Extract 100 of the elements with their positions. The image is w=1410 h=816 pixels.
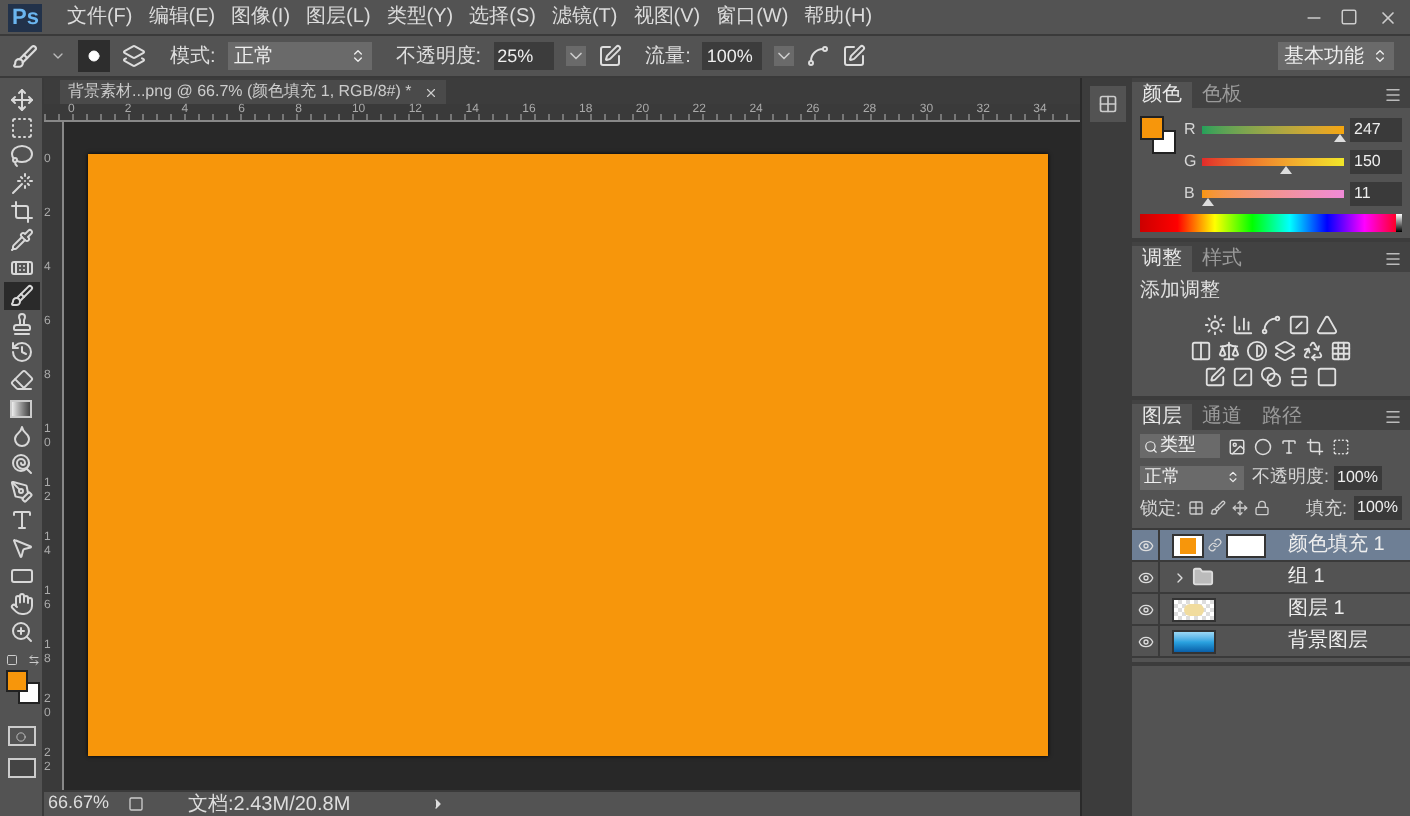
split-square-icon[interactable] — [1190, 340, 1212, 362]
menu-item[interactable]: 窗口(W) — [708, 2, 797, 32]
menu-item[interactable]: 编辑(E) — [140, 2, 224, 32]
slashed-square-icon[interactable] — [1232, 366, 1254, 388]
layer-row[interactable]: 背景图层 — [1132, 626, 1410, 658]
recycle-icon[interactable] — [1302, 340, 1324, 362]
move-lock-icon[interactable] — [1231, 500, 1248, 517]
circle-filter-icon[interactable] — [1254, 437, 1272, 455]
close-icon[interactable] — [1378, 7, 1398, 27]
layer-row[interactable]: 组 1 — [1132, 562, 1410, 594]
close-icon[interactable] — [423, 85, 438, 99]
opacity-label: 不透明度: — [1252, 464, 1330, 490]
brush-lock-icon[interactable] — [1209, 500, 1226, 517]
dashed-square-icon[interactable] — [1332, 437, 1350, 455]
workspace-dropdown[interactable]: 基本功能 — [1278, 42, 1394, 70]
bar-chart-icon[interactable] — [1232, 314, 1254, 336]
panel-toggle-icon[interactable] — [122, 44, 146, 68]
panel-tab[interactable]: 颜色 — [1132, 82, 1192, 108]
slider-thumb[interactable] — [1202, 197, 1215, 205]
airbrush-icon[interactable] — [806, 44, 831, 68]
droplet-icon — [9, 424, 33, 448]
lock-icon[interactable] — [1253, 500, 1270, 517]
document-size: 文档:2.43M/20.8M — [188, 791, 351, 816]
eye-icon[interactable] — [1137, 569, 1153, 585]
split-square-icon[interactable] — [1288, 366, 1310, 388]
mode-label: 模式: — [170, 43, 216, 71]
status-icon — [128, 796, 144, 812]
color-swatches-drawing[interactable] — [1140, 116, 1176, 154]
panel-menu-icon[interactable] — [1384, 86, 1402, 104]
brush-preset-button[interactable] — [78, 40, 110, 72]
swap-colors-icon[interactable] — [27, 654, 39, 666]
channel-value-field[interactable]: 150 — [1350, 149, 1402, 173]
panel-tab[interactable]: 图层 — [1132, 404, 1192, 430]
layer-row[interactable]: 图层 1 — [1132, 594, 1410, 626]
slashed-square-icon[interactable] — [1288, 314, 1310, 336]
layer-thumbnail — [1172, 597, 1216, 621]
opacity-field[interactable]: 25% — [493, 42, 554, 70]
maximize-icon[interactable] — [1340, 8, 1358, 26]
eye-icon[interactable] — [1137, 601, 1153, 617]
menu-item[interactable]: 类型(Y) — [378, 2, 462, 32]
wand-icon — [9, 172, 33, 196]
tool-button[interactable] — [3, 282, 39, 310]
hand-icon — [9, 592, 33, 616]
contrast-icon[interactable] — [1246, 340, 1268, 362]
pressure-opacity-icon[interactable] — [597, 44, 622, 68]
blend-icon[interactable] — [1260, 366, 1282, 388]
screen-mode-button[interactable] — [7, 758, 35, 778]
quick-mask-button[interactable] — [7, 726, 35, 746]
filter-dropdown[interactable]: 类型 — [1140, 434, 1220, 458]
checker-lock-icon[interactable] — [1187, 500, 1204, 517]
bandage-icon — [9, 256, 33, 280]
channel-value-field[interactable]: 11 — [1350, 181, 1402, 205]
mode-dropdown[interactable]: 正常 — [227, 42, 372, 70]
channel-label: G — [1184, 149, 1196, 173]
grid-icon — [1097, 94, 1117, 114]
menu-item[interactable]: 滤镜(T) — [543, 2, 626, 32]
pen-square-icon[interactable] — [1204, 366, 1226, 388]
sun-icon[interactable] — [1204, 314, 1226, 336]
square-icon[interactable] — [1316, 366, 1338, 388]
menu-item[interactable]: 帮助(H) — [796, 2, 881, 32]
slider-thumb[interactable] — [1279, 165, 1292, 173]
image-filter-icon[interactable] — [1228, 437, 1246, 455]
dashed-square-icon — [9, 116, 33, 140]
dropdown-icon[interactable] — [50, 48, 66, 64]
type-filter-icon[interactable] — [1280, 437, 1298, 455]
menu-item[interactable]: 图层(L) — [298, 2, 379, 32]
menu-item[interactable]: 视图(V) — [625, 2, 709, 32]
grid-icon[interactable] — [1330, 340, 1352, 362]
flow-field[interactable]: 100% — [702, 42, 763, 70]
eye-icon[interactable] — [1137, 537, 1153, 553]
scale-icon[interactable] — [1218, 340, 1240, 362]
eraser-icon — [9, 368, 33, 392]
layer-row[interactable]: 颜色填充 1 — [1132, 530, 1410, 562]
color-spectrum[interactable] — [1140, 214, 1402, 232]
triangle-icon[interactable] — [1316, 314, 1338, 336]
fill-field[interactable]: 100% — [1353, 496, 1402, 521]
pressure-size-icon[interactable] — [842, 44, 867, 68]
history-icon — [9, 340, 33, 364]
menu-item[interactable]: 选择(S) — [461, 2, 544, 32]
panel-menu-icon[interactable] — [1384, 250, 1402, 268]
collapsed-panel-button[interactable] — [1089, 86, 1125, 122]
mask-thumbnail — [1226, 533, 1266, 557]
layers-icon[interactable] — [1274, 340, 1296, 362]
brush-icon[interactable] — [12, 43, 38, 69]
eye-icon[interactable] — [1137, 633, 1153, 649]
pointer-icon — [9, 536, 33, 560]
channel-value-field[interactable]: 247 — [1350, 117, 1402, 141]
crop-filter-icon[interactable] — [1306, 437, 1324, 455]
dropdown-icon[interactable] — [774, 46, 795, 66]
default-colors-icon[interactable] — [5, 654, 17, 666]
menu-item[interactable]: 图像(I) — [223, 2, 299, 32]
panel-tab[interactable]: 调整 — [1132, 246, 1192, 272]
curve-icon[interactable] — [1260, 314, 1282, 336]
dropdown-icon[interactable] — [565, 46, 586, 66]
link-icon — [1208, 538, 1222, 552]
panel-menu-icon[interactable] — [1384, 408, 1402, 426]
opacity-field[interactable]: 100% — [1333, 465, 1382, 490]
menu-item[interactable]: 文件(F) — [58, 2, 141, 32]
blend-mode-dropdown[interactable]: 正常 — [1140, 465, 1244, 490]
color-swatches-drawing[interactable] — [5, 670, 39, 704]
